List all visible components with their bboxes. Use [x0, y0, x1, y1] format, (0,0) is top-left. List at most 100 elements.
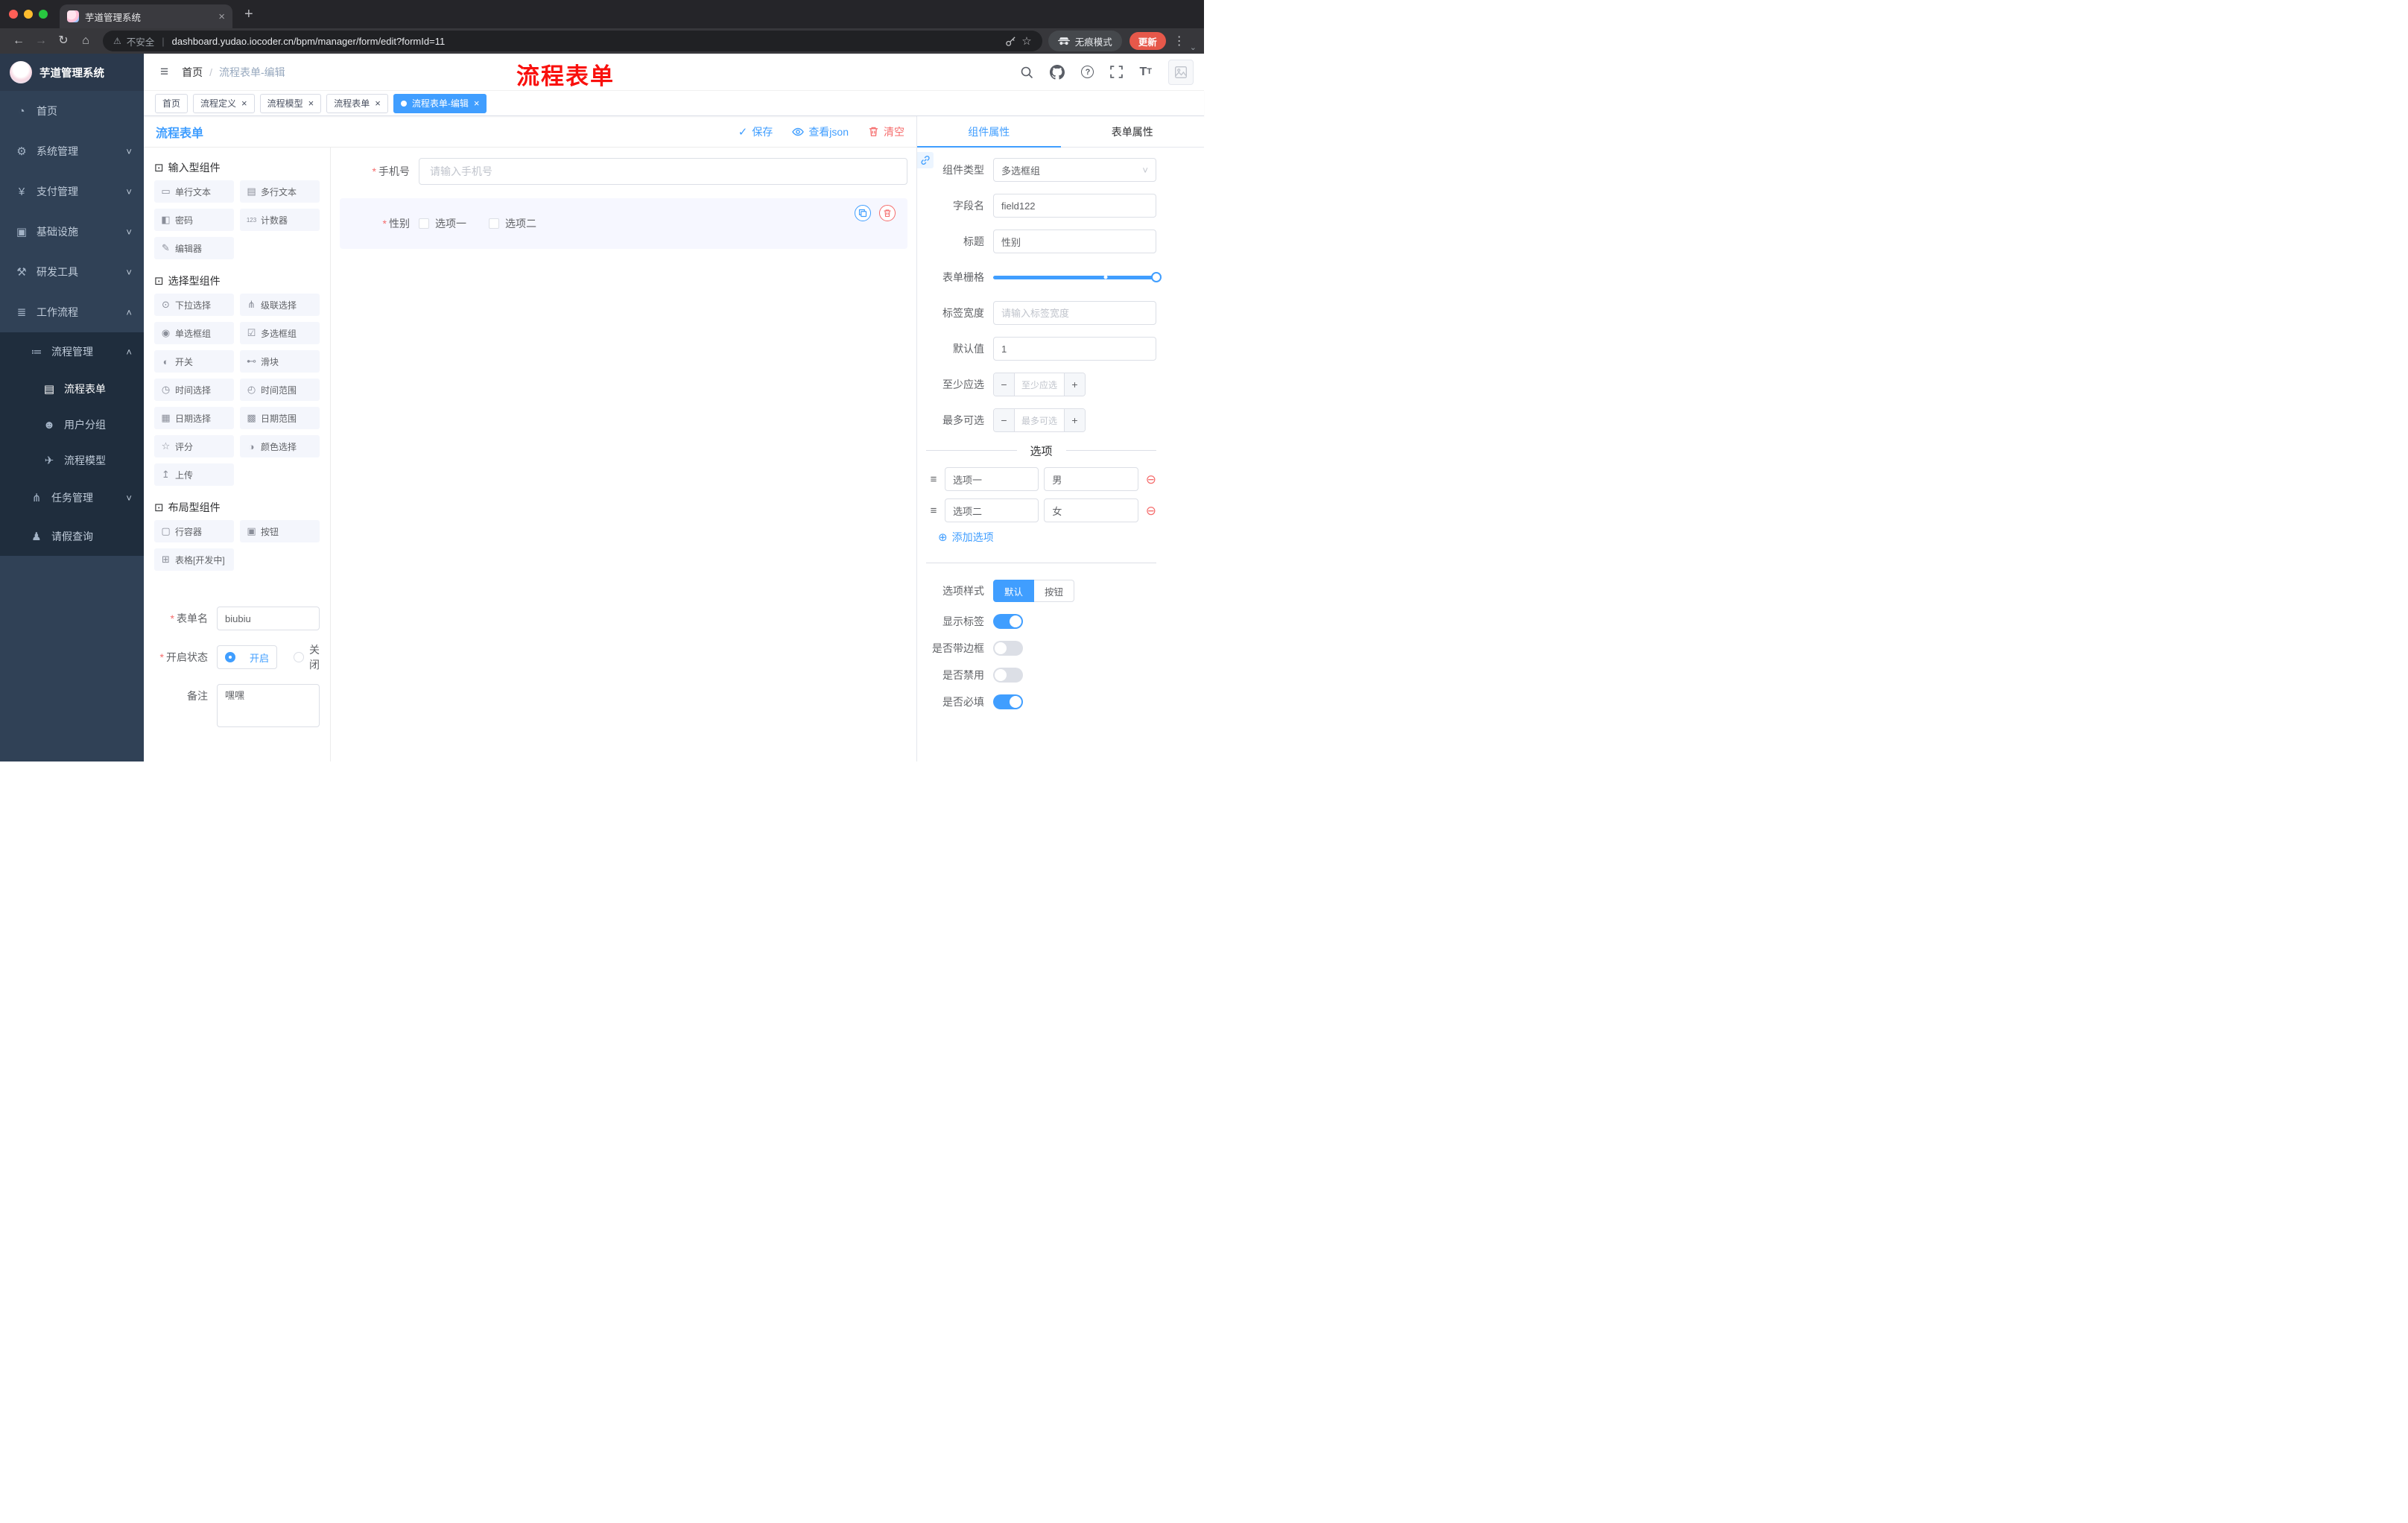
profile-chevron-icon[interactable]: ⌄	[1190, 42, 1197, 54]
palette-item[interactable]: ▩ 日期范围	[240, 407, 320, 429]
default-value-input[interactable]	[993, 337, 1156, 361]
field-name-input[interactable]	[993, 194, 1156, 218]
sidebar-item-infrastructure[interactable]: ▣ 基础设施 ˅	[0, 212, 144, 252]
palette-item[interactable]: ◐ 开关	[154, 350, 234, 373]
label-width-input[interactable]	[993, 301, 1156, 325]
clear-button[interactable]: 清空	[868, 124, 904, 139]
phone-input[interactable]	[419, 158, 907, 185]
palette-item[interactable]: ✎ 编辑器	[154, 237, 234, 259]
option-label-input[interactable]	[945, 467, 1039, 491]
back-icon[interactable]: ←	[7, 35, 30, 47]
tab-component-props[interactable]: 组件属性	[917, 116, 1061, 148]
delete-component-button[interactable]	[879, 205, 896, 221]
remove-option-icon[interactable]: ⊖	[1146, 504, 1156, 517]
phone-field[interactable]: * 手机号	[340, 158, 907, 185]
add-option-button[interactable]: ⊕ 添加选项	[938, 530, 1156, 545]
palette-item[interactable]: ▤ 多行文本	[240, 180, 320, 203]
option-value-input[interactable]	[1044, 467, 1138, 491]
sidebar-item-dev-tools[interactable]: ⚒ 研发工具 ˅	[0, 252, 144, 292]
palette-item[interactable]: ⊞ 表格[开发中]	[154, 548, 234, 571]
sidebar-item-task-mgmt[interactable]: ⋔ 任务管理 ˅	[0, 478, 144, 517]
update-button[interactable]: 更新	[1129, 32, 1166, 50]
gender-field-selected[interactable]: * 性别 选项一 选项二	[340, 198, 907, 249]
increase-button[interactable]: +	[1064, 373, 1085, 396]
form-canvas[interactable]: * 手机号 请输入手机号 * 性别 选项一 选项二	[331, 148, 916, 762]
link-button[interactable]	[917, 152, 934, 168]
sidebar-item-process-mgmt[interactable]: ≔ 流程管理 ˄	[0, 332, 144, 371]
browser-tab[interactable]: 芋道管理系统 ×	[60, 4, 232, 28]
style-default-button[interactable]: 默认	[993, 580, 1035, 602]
sidebar-item-system-mgmt[interactable]: ⚙ 系统管理 ˅	[0, 131, 144, 171]
window-close-button[interactable]	[9, 10, 18, 19]
breadcrumb-home[interactable]: 首页	[182, 65, 203, 80]
disabled-switch[interactable]	[993, 668, 1023, 683]
tag-process-definition[interactable]: 流程定义 ×	[193, 93, 255, 113]
browser-menu-icon[interactable]: ⋮	[1173, 34, 1185, 48]
max-select-placeholder[interactable]: 最多可选	[1015, 409, 1064, 431]
gender-option-2-checkbox[interactable]: 选项二	[489, 216, 536, 231]
option-value-input[interactable]	[1044, 498, 1138, 522]
form-name-input[interactable]	[217, 607, 320, 630]
new-tab-button[interactable]: +	[244, 7, 253, 22]
home-icon[interactable]: ⌂	[75, 35, 97, 47]
tag-close-icon[interactable]: ×	[375, 98, 381, 108]
address-bar[interactable]: ⚠ 不安全 | dashboard.yudao.iocoder.cn/bpm/m…	[103, 31, 1042, 51]
hamburger-icon[interactable]: ≡	[160, 65, 168, 79]
remove-option-icon[interactable]: ⊖	[1146, 473, 1156, 486]
palette-item[interactable]: 123 计数器	[240, 209, 320, 231]
increase-button[interactable]: +	[1064, 409, 1085, 431]
view-json-button[interactable]: 查看json	[792, 124, 849, 139]
palette-item[interactable]: ◧ 密码	[154, 209, 234, 231]
reload-icon[interactable]: ↻	[52, 35, 75, 47]
tag-home[interactable]: 首页	[155, 93, 188, 113]
palette-item[interactable]: ▣ 按钮	[240, 520, 320, 542]
title-input[interactable]	[993, 229, 1156, 253]
status-off-radio[interactable]: 关闭	[294, 642, 320, 672]
palette-item[interactable]: ⊷ 滑块	[240, 350, 320, 373]
sidebar-item-process-form[interactable]: ▤ 流程表单	[0, 371, 144, 407]
tab-form-props[interactable]: 表单属性	[1061, 116, 1205, 147]
palette-item[interactable]: ☑ 多选框组	[240, 322, 320, 344]
forward-icon[interactable]: →	[30, 35, 52, 47]
window-minimize-button[interactable]	[24, 10, 33, 19]
sidebar-item-process-model[interactable]: ✈ 流程模型	[0, 443, 144, 478]
font-size-icon[interactable]: TT	[1139, 66, 1152, 78]
sidebar-item-user-group[interactable]: ☻ 用户分组	[0, 407, 144, 443]
sidebar-item-payment-mgmt[interactable]: ¥ 支付管理 ˅	[0, 171, 144, 212]
option-label-input[interactable]	[945, 498, 1039, 522]
drag-handle-icon[interactable]: ≡	[928, 504, 940, 517]
style-button-button[interactable]: 按钮	[1034, 580, 1075, 602]
show-label-switch[interactable]	[993, 614, 1023, 629]
tag-close-icon[interactable]: ×	[241, 98, 247, 108]
url-text[interactable]: dashboard.yudao.iocoder.cn/bpm/manager/f…	[172, 36, 1001, 47]
save-button[interactable]: ✓ 保存	[738, 124, 773, 139]
window-zoom-button[interactable]	[39, 10, 48, 19]
palette-item[interactable]: ◉ 单选框组	[154, 322, 234, 344]
security-warning-icon[interactable]: ⚠	[113, 36, 121, 46]
search-icon[interactable]	[1020, 66, 1033, 79]
palette-item[interactable]: ↥ 上传	[154, 463, 234, 486]
app-logo[interactable]: 芋道管理系统	[0, 54, 144, 91]
key-icon[interactable]	[1005, 36, 1016, 47]
fullscreen-icon[interactable]	[1110, 66, 1124, 78]
sidebar-item-leave-query[interactable]: ♟ 请假查询	[0, 517, 144, 556]
palette-item[interactable]: ⊙ 下拉选择	[154, 294, 234, 316]
tag-process-model[interactable]: 流程模型 ×	[259, 93, 322, 113]
palette-item[interactable]: ◷ 时间选择	[154, 379, 234, 401]
palette-item[interactable]: ◑ 颜色选择	[240, 435, 320, 457]
form-remark-textarea[interactable]: 嘿嘿	[217, 684, 320, 727]
palette-item[interactable]: ◴ 时间范围	[240, 379, 320, 401]
decrease-button[interactable]: −	[994, 409, 1015, 431]
github-icon[interactable]	[1050, 64, 1065, 80]
drag-handle-icon[interactable]: ≡	[928, 473, 940, 486]
component-type-select[interactable]: 多选框组 ˅	[993, 158, 1156, 182]
help-icon[interactable]: ?	[1081, 66, 1094, 78]
copy-component-button[interactable]	[855, 205, 871, 221]
tag-process-form-edit[interactable]: 流程表单-编辑 ×	[393, 93, 487, 113]
user-avatar[interactable]	[1168, 59, 1194, 85]
tab-close-icon[interactable]: ×	[218, 11, 225, 22]
status-on-radio[interactable]: 开启	[217, 645, 277, 669]
palette-item[interactable]: ⋔ 级联选择	[240, 294, 320, 316]
decrease-button[interactable]: −	[994, 373, 1015, 396]
tag-close-icon[interactable]: ×	[474, 98, 480, 108]
